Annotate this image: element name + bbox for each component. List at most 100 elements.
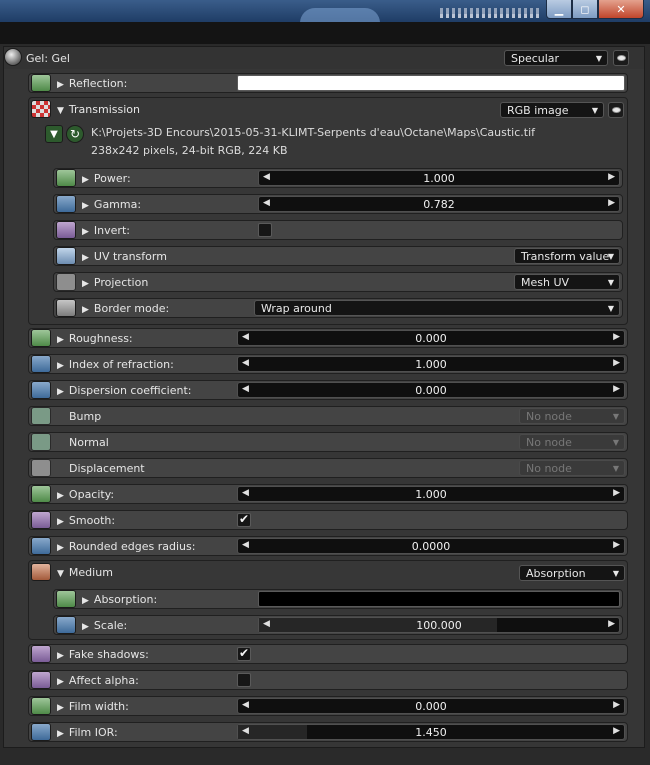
- expand-arrow-icon[interactable]: ▶: [57, 543, 64, 553]
- projection-label[interactable]: ▶ Projection: [82, 276, 148, 289]
- collapse-arrow-icon[interactable]: ▼: [57, 106, 64, 116]
- scale-label[interactable]: ▶ Scale:: [82, 619, 127, 632]
- increment-arrow-icon[interactable]: ▶: [613, 332, 620, 342]
- increment-arrow-icon[interactable]: ▶: [613, 700, 620, 710]
- expand-arrow-icon[interactable]: ▶: [57, 729, 64, 739]
- reflection-label[interactable]: ▶ Reflection:: [57, 77, 127, 90]
- border-mode-dropdown[interactable]: Wrap around ▼: [254, 300, 620, 316]
- absorption-color-swatch[interactable]: [258, 591, 620, 607]
- eye-icon[interactable]: [613, 50, 629, 66]
- projection-dropdown[interactable]: Mesh UV ▼: [514, 274, 620, 290]
- float-value-icon[interactable]: [31, 381, 51, 399]
- close-button[interactable]: ✕: [598, 0, 644, 19]
- medium-label[interactable]: ▼ Medium: [57, 566, 113, 579]
- texture-slot-icon[interactable]: [31, 433, 51, 451]
- expand-arrow-icon[interactable]: ▶: [57, 361, 64, 371]
- bool-value-icon[interactable]: [56, 221, 76, 239]
- gamma-slider[interactable]: ◀ 0.782 ▶: [258, 196, 620, 212]
- expand-arrow-icon[interactable]: ▶: [57, 677, 64, 687]
- power-label[interactable]: ▶ Power:: [82, 172, 131, 185]
- roughness-label[interactable]: ▶ Roughness:: [57, 332, 133, 345]
- float-value-icon[interactable]: [31, 355, 51, 373]
- reload-icon[interactable]: ↻: [66, 125, 84, 143]
- power-slider[interactable]: ◀ 1.000 ▶: [258, 170, 620, 186]
- normal-node-dropdown[interactable]: No node ▼: [519, 434, 625, 450]
- medium-type-dropdown[interactable]: Absorption ▼: [519, 565, 625, 581]
- dispersion-slider[interactable]: ◀ 0.000 ▶: [237, 382, 625, 398]
- increment-arrow-icon[interactable]: ▶: [613, 726, 620, 736]
- expand-arrow-icon[interactable]: ▶: [57, 335, 64, 345]
- expand-arrow-icon[interactable]: ▶: [82, 201, 89, 211]
- material-type-dropdown[interactable]: Specular ▼: [504, 50, 608, 66]
- float-texture-icon[interactable]: [31, 329, 51, 347]
- expand-arrow-icon[interactable]: ▶: [82, 279, 89, 289]
- float-value-icon[interactable]: [56, 616, 76, 634]
- rgb-image-icon[interactable]: [31, 100, 51, 118]
- film-ior-label[interactable]: ▶ Film IOR:: [57, 726, 118, 739]
- expand-arrow-icon[interactable]: ▶: [57, 651, 64, 661]
- affect-alpha-checkbox[interactable]: [237, 673, 251, 687]
- expand-arrow-icon[interactable]: ▶: [82, 227, 89, 237]
- float-value-icon[interactable]: [31, 537, 51, 555]
- eye-icon[interactable]: [608, 102, 624, 118]
- float-value-icon[interactable]: [56, 195, 76, 213]
- gamma-label[interactable]: ▶ Gamma:: [82, 198, 141, 211]
- float-texture-icon[interactable]: [56, 169, 76, 187]
- expand-arrow-icon[interactable]: ▶: [57, 387, 64, 397]
- opacity-label[interactable]: ▶ Opacity:: [57, 488, 114, 501]
- image-load-icon[interactable]: ▼: [45, 125, 63, 143]
- enum-value-icon[interactable]: [56, 299, 76, 317]
- expand-arrow-icon[interactable]: ▶: [82, 305, 89, 315]
- expand-arrow-icon[interactable]: ▶: [57, 80, 64, 90]
- absorption-label[interactable]: ▶ Absorption:: [82, 593, 157, 606]
- film-ior-slider[interactable]: ◀ 1.450 ▶: [237, 724, 625, 740]
- film-width-slider[interactable]: ◀ 0.000 ▶: [237, 698, 625, 714]
- ior-slider[interactable]: ◀ 1.000 ▶: [237, 356, 625, 372]
- film-width-label[interactable]: ▶ Film width:: [57, 700, 129, 713]
- invert-checkbox[interactable]: [258, 223, 272, 237]
- smooth-checkbox[interactable]: ✔: [237, 513, 251, 527]
- transmission-label[interactable]: ▼ Transmission: [57, 103, 140, 116]
- expand-arrow-icon[interactable]: ▶: [82, 622, 89, 632]
- expand-arrow-icon[interactable]: ▶: [82, 175, 89, 185]
- increment-arrow-icon[interactable]: ▶: [613, 358, 620, 368]
- float-texture-icon[interactable]: [31, 485, 51, 503]
- increment-arrow-icon[interactable]: ▶: [613, 488, 620, 498]
- minimize-button[interactable]: ▁: [546, 0, 572, 19]
- fake-shadows-label[interactable]: ▶ Fake shadows:: [57, 648, 149, 661]
- rgb-texture-icon[interactable]: [56, 590, 76, 608]
- collapse-arrow-icon[interactable]: ▼: [57, 569, 64, 579]
- increment-arrow-icon[interactable]: ▶: [613, 384, 620, 394]
- expand-arrow-icon[interactable]: ▶: [82, 596, 89, 606]
- rounded-edges-slider[interactable]: ◀ 0.0000 ▶: [237, 538, 625, 554]
- expand-arrow-icon[interactable]: ▶: [57, 491, 64, 501]
- invert-label[interactable]: ▶ Invert:: [82, 224, 130, 237]
- rounded-edges-label[interactable]: ▶ Rounded edges radius:: [57, 540, 195, 553]
- reflection-color-swatch[interactable]: [237, 75, 625, 91]
- opacity-slider[interactable]: ◀ 1.000 ▶: [237, 486, 625, 502]
- ior-label[interactable]: ▶ Index of refraction:: [57, 358, 174, 371]
- bool-value-icon[interactable]: [31, 645, 51, 663]
- expand-arrow-icon[interactable]: ▶: [57, 517, 64, 527]
- border-mode-label[interactable]: ▶ Border mode:: [82, 302, 169, 315]
- smooth-label[interactable]: ▶ Smooth:: [57, 514, 115, 527]
- affect-alpha-label[interactable]: ▶ Affect alpha:: [57, 674, 139, 687]
- expand-arrow-icon[interactable]: ▶: [82, 253, 89, 263]
- float-texture-icon[interactable]: [31, 697, 51, 715]
- transmission-type-dropdown[interactable]: RGB image ▼: [500, 102, 604, 118]
- displacement-node-dropdown[interactable]: No node ▼: [519, 460, 625, 476]
- texture-slot-icon[interactable]: [31, 407, 51, 425]
- medium-icon[interactable]: [31, 563, 51, 581]
- increment-arrow-icon[interactable]: ▶: [608, 198, 615, 208]
- increment-arrow-icon[interactable]: ▶: [613, 540, 620, 550]
- bump-node-dropdown[interactable]: No node ▼: [519, 408, 625, 424]
- scale-slider[interactable]: ◀ 100.000 ▶: [258, 617, 620, 633]
- bool-value-icon[interactable]: [31, 511, 51, 529]
- uv-transform-dropdown[interactable]: Transform value ▼: [514, 248, 620, 264]
- roughness-slider[interactable]: ◀ 0.000 ▶: [237, 330, 625, 346]
- dispersion-label[interactable]: ▶ Dispersion coefficient:: [57, 384, 191, 397]
- uv-transform-label[interactable]: ▶ UV transform: [82, 250, 167, 263]
- fake-shadows-checkbox[interactable]: ✔: [237, 647, 251, 661]
- increment-arrow-icon[interactable]: ▶: [608, 172, 615, 182]
- maximize-button[interactable]: ◻: [572, 0, 598, 19]
